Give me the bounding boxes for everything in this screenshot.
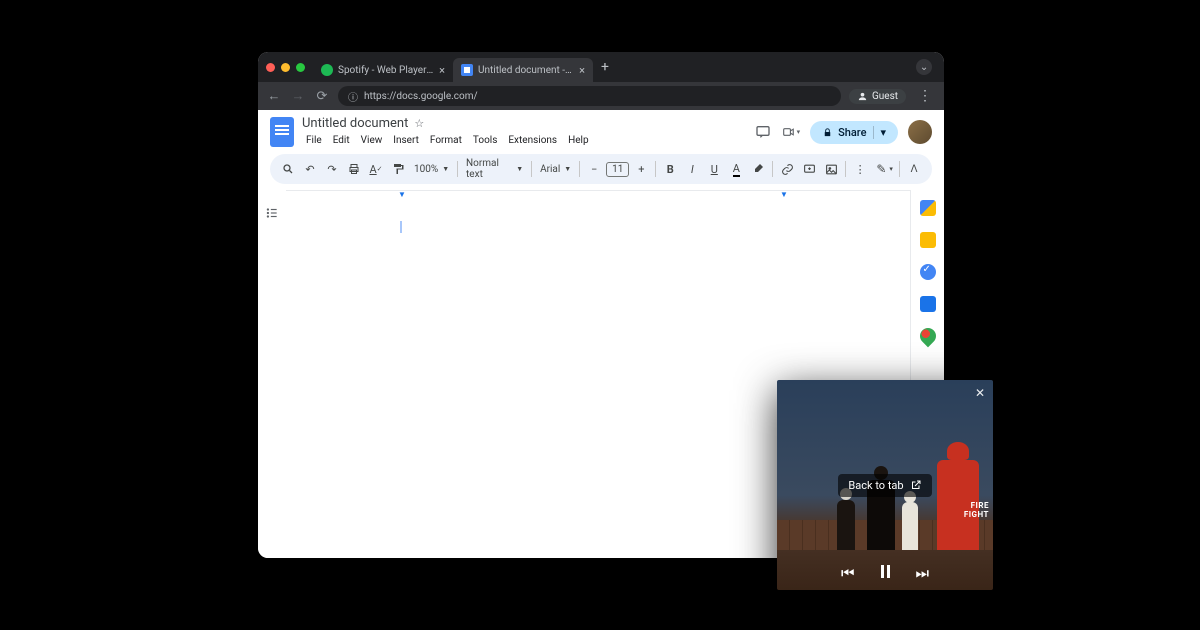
document-title[interactable]: Untitled document — [302, 116, 408, 131]
site-info-icon[interactable]: ⓘ — [348, 89, 358, 104]
italic-button[interactable]: I — [682, 158, 702, 180]
person-icon — [857, 91, 868, 102]
calendar-app-icon[interactable] — [920, 200, 936, 216]
comment-history-icon[interactable] — [754, 123, 772, 141]
menu-file[interactable]: File — [302, 133, 326, 148]
maps-app-icon[interactable] — [916, 325, 939, 348]
url-text: https://docs.google.com/ — [364, 91, 478, 102]
more-toolbar-icon[interactable]: ⋮ — [850, 158, 870, 180]
spellcheck-icon[interactable]: A✓ — [366, 158, 386, 180]
menu-format[interactable]: Format — [426, 133, 466, 148]
redo-icon[interactable]: ↷ — [322, 158, 342, 180]
reload-button[interactable]: ⟳ — [314, 89, 330, 104]
open-in-new-icon — [910, 479, 922, 491]
window-controls — [266, 63, 305, 72]
menu-bar: File Edit View Insert Format Tools Exten… — [302, 133, 746, 148]
window-close[interactable] — [266, 63, 275, 72]
increase-font-icon[interactable]: + — [631, 158, 651, 180]
collapse-toolbar-icon[interactable]: ᐱ — [904, 158, 924, 180]
window-minimize[interactable] — [281, 63, 290, 72]
meet-icon[interactable]: ▾ — [782, 123, 800, 141]
pause-button[interactable] — [881, 564, 890, 582]
menu-tools[interactable]: Tools — [469, 133, 501, 148]
right-indent-marker[interactable]: ▼ — [780, 190, 788, 199]
back-to-tab-label: Back to tab — [848, 479, 903, 492]
zoom-value: 100% — [414, 164, 438, 175]
close-icon[interactable]: × — [579, 64, 585, 77]
lock-icon — [822, 127, 833, 138]
docs-logo-icon[interactable] — [270, 117, 294, 147]
chevron-down-icon: ▼ — [564, 165, 571, 173]
tab-spotify[interactable]: Spotify - Web Player: Music f × — [313, 58, 453, 82]
back-to-tab-button[interactable]: Back to tab — [838, 474, 931, 497]
window-maximize[interactable] — [296, 63, 305, 72]
font-select[interactable]: Arial ▼ — [536, 164, 575, 175]
font-size-input[interactable]: 11 — [606, 162, 629, 177]
underline-button[interactable]: U — [704, 158, 724, 180]
previous-track-icon[interactable]: ⏮ — [841, 564, 855, 582]
chevron-down-icon: ▼ — [516, 165, 523, 173]
share-label: Share — [838, 126, 866, 139]
menu-help[interactable]: Help — [564, 133, 592, 148]
zoom-select[interactable]: 100% ▼ — [410, 164, 453, 175]
style-value: Normal text — [466, 158, 512, 180]
font-value: Arial — [540, 164, 560, 175]
chevron-down-icon: ▼ — [442, 165, 449, 173]
print-icon[interactable] — [344, 158, 364, 180]
left-gutter — [258, 190, 286, 558]
paragraph-style-select[interactable]: Normal text ▼ — [462, 158, 527, 180]
new-tab-button[interactable]: + — [593, 59, 617, 75]
keep-app-icon[interactable] — [920, 232, 936, 248]
back-button[interactable]: ← — [266, 88, 282, 104]
docs-header: Untitled document ☆ File Edit View Inser… — [258, 110, 944, 148]
search-menus-icon[interactable] — [278, 158, 298, 180]
menu-insert[interactable]: Insert — [389, 133, 423, 148]
tab-docs[interactable]: Untitled document - Google D × — [453, 58, 593, 82]
tasks-app-icon[interactable] — [920, 264, 936, 280]
docs-icon — [461, 64, 473, 76]
guest-label: Guest — [872, 91, 898, 102]
undo-icon[interactable]: ↶ — [300, 158, 320, 180]
address-bar: ← → ⟳ ⓘ https://docs.google.com/ Guest ⋮ — [258, 82, 944, 110]
url-input[interactable]: ⓘ https://docs.google.com/ — [338, 86, 841, 106]
picture-in-picture-window[interactable]: FIRE FIGHT ✕ Back to tab ⏮ ⏭ — [777, 380, 993, 590]
paint-format-icon[interactable] — [388, 158, 408, 180]
browser-menu-button[interactable]: ⋮ — [914, 88, 936, 104]
decrease-font-icon[interactable]: − — [584, 158, 604, 180]
share-button[interactable]: Share ▾ — [810, 121, 898, 144]
close-icon[interactable]: × — [439, 64, 445, 77]
next-track-icon[interactable]: ⏭ — [916, 564, 930, 582]
insert-image-icon[interactable] — [821, 158, 841, 180]
text-cursor — [400, 221, 402, 233]
insert-link-icon[interactable] — [777, 158, 797, 180]
account-avatar[interactable] — [908, 120, 932, 144]
toolbar: ↶ ↷ A✓ 100% ▼ Normal text ▼ Arial ▼ − 11… — [270, 154, 932, 184]
spotify-icon — [321, 64, 333, 76]
chevron-down-icon[interactable]: ▾ — [873, 126, 886, 139]
menu-view[interactable]: View — [357, 133, 387, 148]
text-color-button[interactable]: A — [726, 158, 746, 180]
outline-icon[interactable] — [265, 206, 279, 558]
editing-mode-button[interactable]: ✎ ▾ — [874, 158, 895, 180]
pip-controls: ⏮ ⏭ — [777, 564, 993, 582]
tab-strip: Spotify - Web Player: Music f × Untitled… — [258, 52, 944, 82]
profile-button[interactable]: Guest — [849, 89, 906, 104]
menu-extensions[interactable]: Extensions — [504, 133, 561, 148]
tab-title: Untitled document - Google D — [478, 65, 574, 76]
forward-button[interactable]: → — [290, 88, 306, 104]
star-icon[interactable]: ☆ — [414, 117, 424, 130]
add-comment-icon[interactable] — [799, 158, 819, 180]
bold-button[interactable]: B — [660, 158, 680, 180]
left-indent-marker[interactable]: ▼ — [398, 190, 406, 199]
contacts-app-icon[interactable] — [920, 296, 936, 312]
menu-edit[interactable]: Edit — [329, 133, 354, 148]
tab-search-button[interactable]: ⌄ — [916, 59, 932, 75]
tab-title: Spotify - Web Player: Music f — [338, 65, 434, 76]
highlight-button[interactable] — [748, 158, 768, 180]
